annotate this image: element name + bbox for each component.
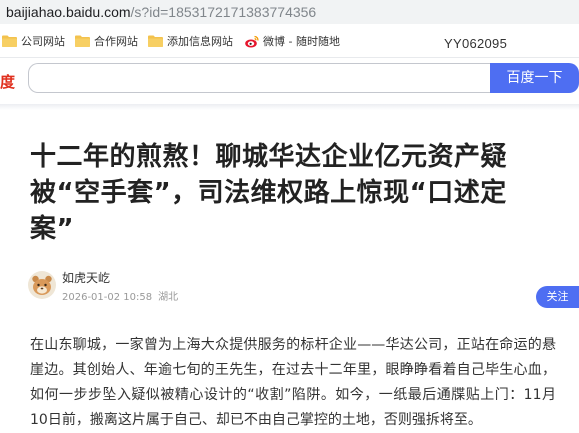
url-text[interactable]: baijiahao.baidu.com/s?id=185317217138377… [6,2,316,22]
address-bar[interactable]: baijiahao.baidu.com/s?id=185317217138377… [0,0,579,24]
article-title: 十二年的煎熬！聊城华达企业亿元资产疑被“空手套”，司法维权路上惊现“口述定案” [30,142,508,244]
baidu-logo[interactable]: 度 [0,71,15,92]
follow-button[interactable]: 关注 [536,286,579,308]
bookmark-code-text: YY062095 [444,36,508,51]
url-path: /s?id=1853172171383774356 [130,4,317,20]
search-header: 度 百度一下 [0,58,579,104]
publish-time: 2026-01-02 10:58 [62,292,153,303]
header-divider [0,104,579,110]
folder-icon [2,35,17,47]
bookmark-company-sites[interactable]: 公司网站 [2,32,65,50]
search-button[interactable]: 百度一下 [490,63,579,93]
author-name[interactable]: 如虎天屹 [62,269,110,286]
publish-location: 湖北 [158,292,179,303]
avatar[interactable] [28,271,56,299]
tiger-avatar-icon [28,271,56,299]
author-meta: 2026-01-02 10:58 湖北 [62,288,178,303]
bookmark-label: 合作网站 [94,35,138,48]
article-paragraph: 在山东聊城，一家曾为上海大众提供服务的标杆企业——华达公司，正站在命运的悬崖边。… [30,337,556,428]
folder-icon [75,35,90,47]
bookmark-weibo[interactable]: 微博 - 随时随地 [245,32,340,50]
url-host: baijiahao.baidu.com [6,4,131,20]
folder-icon [148,35,163,47]
bookmark-partner-sites[interactable]: 合作网站 [75,32,138,50]
search-input[interactable] [28,63,490,93]
bookmark-add-info-sites[interactable]: 添加信息网站 [148,32,233,50]
bookmark-label: 添加信息网站 [167,35,233,48]
bookmark-label: 公司网站 [21,35,65,48]
bookmark-label: 微博 - 随时随地 [263,35,340,48]
weibo-icon [245,35,259,47]
